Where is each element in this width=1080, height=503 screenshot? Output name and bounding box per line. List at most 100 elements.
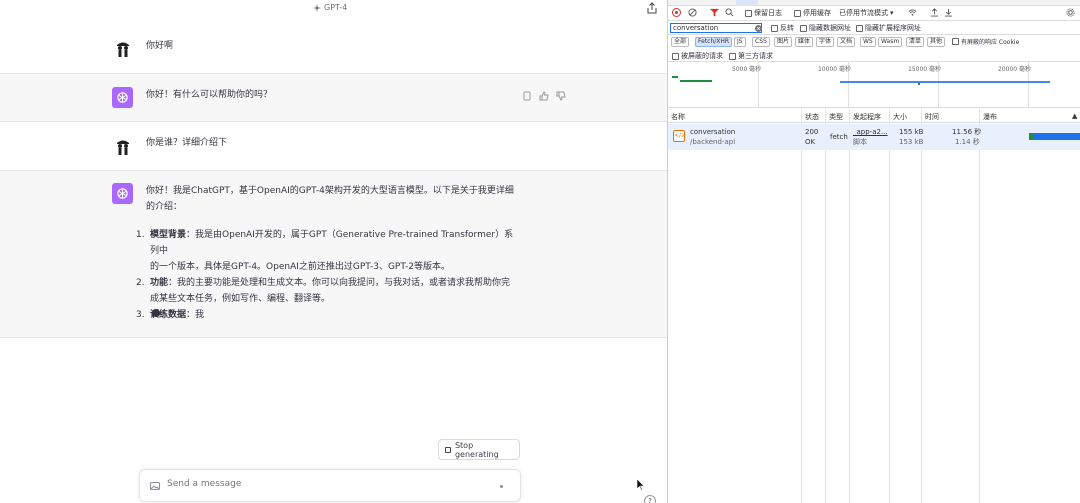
type-media[interactable]: 媒体 bbox=[795, 37, 814, 47]
request-status-text: OK bbox=[805, 138, 816, 146]
message-actions bbox=[522, 91, 566, 101]
type-js[interactable]: JS bbox=[734, 37, 746, 47]
blocked-cookies-checkbox[interactable]: 有屏蔽的响应 Cookie bbox=[952, 37, 1019, 46]
network-conditions-button[interactable] bbox=[908, 8, 917, 17]
request-resource-size: 153 kB bbox=[899, 138, 924, 146]
type-doc[interactable]: 文档 bbox=[837, 37, 856, 47]
list-item-title: 功能 bbox=[150, 278, 169, 288]
blocked-requests-checkbox[interactable]: 被屏蔽的请求 bbox=[672, 51, 723, 61]
model-label: GPT-4 bbox=[324, 3, 348, 12]
dropdown-arrow-icon: ▾ bbox=[890, 9, 894, 17]
checkbox bbox=[794, 9, 801, 17]
export-har-button[interactable] bbox=[944, 8, 953, 17]
column-name[interactable]: 名称 bbox=[671, 112, 685, 122]
type-all[interactable]: 全部 bbox=[671, 37, 690, 47]
image-icon[interactable] bbox=[150, 481, 160, 491]
hide-extension-urls-checkbox[interactable]: 隐藏扩展程序网址 bbox=[856, 23, 921, 33]
stop-generating-button[interactable]: Stop generating bbox=[438, 439, 520, 460]
message-text: 你好啊 bbox=[146, 41, 174, 51]
intro-line: 你好！我是ChatGPT，基于OpenAI的GPT-4架构开发的大型语言模型。以… bbox=[146, 186, 514, 196]
thumbs-up-icon[interactable] bbox=[539, 91, 549, 101]
table-row[interactable]: </> conversation /backend-api 200 OK fet… bbox=[668, 124, 1080, 150]
disable-cache-label: 停用缓存 bbox=[803, 9, 831, 17]
search-button[interactable] bbox=[725, 8, 734, 17]
list-item-text: 的一个版本，具体是GPT-4。OpenAI之前还推出过GPT-3、GPT-2等版… bbox=[150, 262, 450, 272]
invert-checkbox[interactable]: 反转 bbox=[771, 23, 794, 33]
filter-icon bbox=[710, 8, 719, 17]
download-icon bbox=[944, 8, 953, 17]
type-manifest[interactable]: 清单 bbox=[906, 37, 925, 47]
type-font[interactable]: 字体 bbox=[816, 37, 835, 47]
clear-filter-icon[interactable] bbox=[755, 25, 762, 32]
model-selector[interactable]: GPT-4 bbox=[313, 3, 347, 12]
column-status[interactable]: 状态 bbox=[805, 112, 819, 122]
user-avatar-icon bbox=[113, 39, 133, 59]
request-time: 11.56 秒 bbox=[952, 128, 982, 136]
message-user-2: 你是谁？详细介绍下 bbox=[0, 122, 667, 171]
request-table-header: 名称 状态 类型 发起程序 大小 时间 瀑布 ▲ bbox=[668, 109, 1080, 123]
column-waterfall[interactable]: 瀑布 bbox=[983, 112, 997, 122]
resource-type-filters: 全部 Fetch/XHR JS CSS 图片 媒体 字体 文档 WS Wasm … bbox=[668, 35, 1080, 49]
blocked-cookies-label: 有屏蔽的响应 Cookie bbox=[961, 39, 1020, 46]
message-text: 你好！有什么可以帮助你的吗？ bbox=[146, 90, 273, 100]
gear-icon bbox=[1066, 8, 1075, 17]
thumbs-down-icon[interactable] bbox=[556, 91, 566, 101]
clear-button[interactable] bbox=[688, 8, 697, 17]
type-img[interactable]: 图片 bbox=[774, 37, 793, 47]
hide-data-urls-checkbox[interactable]: 隐藏数据网址 bbox=[800, 23, 851, 33]
copy-icon[interactable] bbox=[522, 91, 532, 101]
disable-cache-checkbox[interactable]: 停用缓存 bbox=[794, 8, 831, 18]
request-status: 200 bbox=[805, 128, 819, 136]
wifi-icon bbox=[908, 9, 917, 16]
column-initiator[interactable]: 发起程序 bbox=[853, 112, 881, 122]
checkbox bbox=[952, 38, 959, 45]
record-button[interactable] bbox=[672, 8, 681, 17]
invert-label: 反转 bbox=[780, 24, 794, 32]
list-item-title: 模型背景 bbox=[150, 230, 187, 240]
message-input[interactable] bbox=[167, 479, 487, 489]
type-ws[interactable]: WS bbox=[860, 37, 876, 47]
chat-header: GPT-4 bbox=[0, 0, 667, 18]
fetch-request-icon: </> bbox=[673, 130, 686, 142]
openai-logo-icon bbox=[117, 92, 128, 103]
overview-bar bbox=[918, 83, 920, 85]
list-item-text: ：我是由OpenAI开发的，属于GPT（Generative Pre-train… bbox=[150, 230, 514, 256]
request-initiator[interactable]: _app-a2... bbox=[853, 127, 888, 137]
request-path: /backend-api bbox=[690, 138, 736, 146]
list-item-text: 成某些文本任务，例如写作、编程、翻译等。 bbox=[150, 294, 331, 304]
type-fetch-xhr[interactable]: Fetch/XHR bbox=[695, 37, 733, 47]
column-time[interactable]: 时间 bbox=[925, 112, 939, 122]
third-party-checkbox[interactable]: 第三方请求 bbox=[729, 51, 773, 61]
checkbox bbox=[856, 24, 863, 32]
hide-data-urls-label: 隐藏数据网址 bbox=[809, 24, 851, 32]
type-wasm[interactable]: Wasm bbox=[878, 37, 903, 47]
help-button[interactable]: ? bbox=[644, 495, 656, 503]
column-size[interactable]: 大小 bbox=[893, 112, 907, 122]
network-toolbar: 保留日志 停用缓存 已停用节流模式 ▾ bbox=[668, 6, 1080, 21]
column-divider bbox=[849, 109, 850, 503]
import-har-button[interactable] bbox=[930, 8, 939, 17]
settings-button[interactable] bbox=[1066, 8, 1075, 17]
sort-up-icon[interactable]: ▲ bbox=[1072, 112, 1077, 120]
message-composer bbox=[139, 469, 521, 502]
chatgpt-avatar bbox=[112, 183, 133, 204]
share-icon[interactable] bbox=[646, 2, 658, 14]
intro-line: 的介绍： bbox=[146, 202, 183, 212]
preserve-log-checkbox[interactable]: 保留日志 bbox=[745, 8, 782, 18]
clear-icon bbox=[688, 8, 697, 17]
mouse-pointer-icon bbox=[637, 479, 645, 491]
streaming-cursor bbox=[152, 309, 160, 317]
type-css[interactable]: CSS bbox=[752, 37, 770, 47]
chatgpt-avatar bbox=[112, 87, 133, 108]
column-type[interactable]: 类型 bbox=[829, 112, 843, 122]
overview-label: 5000 毫秒 bbox=[732, 66, 762, 73]
list-number: 2. bbox=[136, 278, 145, 288]
filter-toggle[interactable] bbox=[710, 8, 719, 17]
overview-bar bbox=[840, 81, 1050, 83]
openai-logo-icon bbox=[117, 188, 128, 199]
type-other[interactable]: 其他 bbox=[927, 37, 946, 47]
filter-input[interactable] bbox=[670, 23, 762, 33]
stop-icon bbox=[445, 446, 451, 453]
throttle-select[interactable]: 已停用节流模式 ▾ bbox=[839, 8, 894, 18]
send-icon[interactable] bbox=[500, 485, 503, 488]
